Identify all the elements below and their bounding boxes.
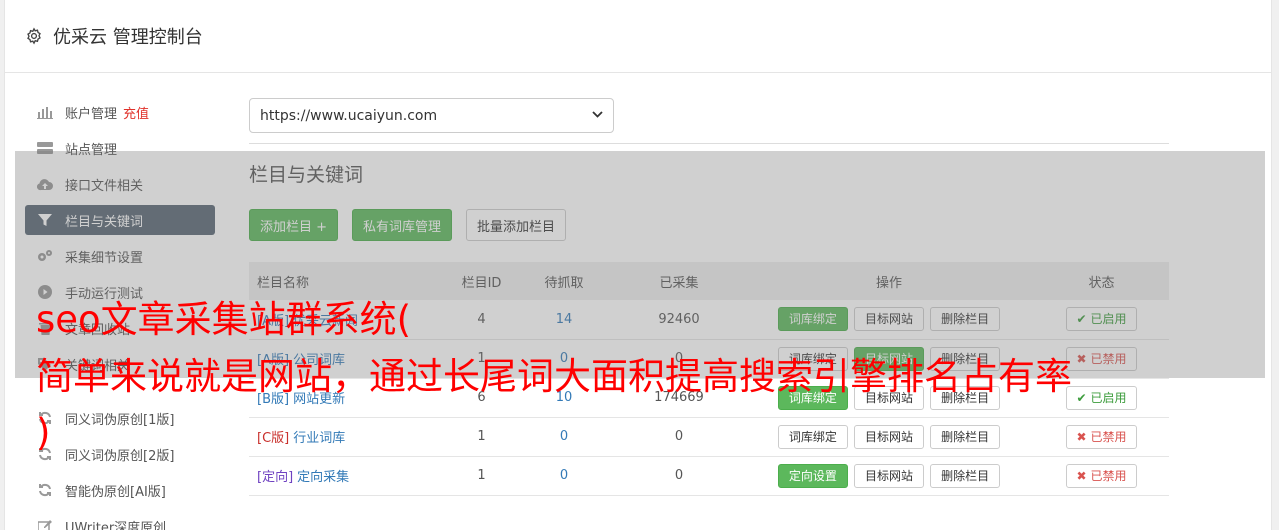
status-label: 已启用 — [1090, 312, 1127, 327]
recharge-link[interactable]: 充值 — [123, 103, 149, 122]
delete-column-button[interactable]: 删除栏目 — [930, 463, 1001, 488]
action-buttons: 添加栏目 + 私有词库管理 批量添加栏目 — [249, 209, 1169, 241]
status-toggle[interactable]: ✖ 已禁用 — [1065, 346, 1138, 371]
main-content: https://www.ucaiyun.com 栏目与关键词 添加栏目 + 私有… — [249, 98, 1169, 496]
x-icon: ✖ — [1076, 468, 1087, 483]
sidebar-item-label: 站点管理 — [65, 142, 118, 158]
status-label: 已禁用 — [1090, 351, 1127, 366]
target-site-button[interactable]: 目标网站 — [853, 307, 924, 332]
sidebar-item-label: 同义词伪原创[1版] — [65, 412, 175, 428]
col-header-collected: 已采集 — [659, 275, 699, 291]
private-library-button[interactable]: 私有词库管理 — [352, 209, 453, 241]
app-header: 优采云 管理控制台 — [5, 0, 1271, 73]
sidebar-item-label: 栏目与关键词 — [65, 214, 144, 230]
col-header-name: 栏目名称 — [257, 275, 310, 291]
x-icon: ✖ — [1076, 429, 1087, 444]
collected-count: 0 — [674, 468, 684, 483]
table-row: [C版] 行业词库 1 0 0 词库绑定 目标网站 删除栏目 ✖ 已禁用 — [249, 417, 1169, 456]
pending-count[interactable]: 14 — [514, 300, 614, 339]
sidebar-item-account[interactable]: 账户管理 充值 — [25, 94, 215, 130]
status-toggle[interactable]: ✖ 已禁用 — [1065, 424, 1138, 449]
page-title: 优采云 管理控制台 — [53, 27, 203, 48]
column-name-link[interactable]: 行业词库 — [293, 431, 345, 446]
sidebar-item-interface[interactable]: 接口文件相关 — [25, 166, 215, 202]
sidebar-item-ai-rewrite[interactable]: 智能伪原创[AI版] — [25, 472, 215, 508]
pending-count[interactable]: 0 — [514, 417, 614, 456]
chevron-down-icon — [592, 110, 603, 121]
site-select-value: https://www.ucaiyun.com — [260, 107, 438, 124]
col-header-actions: 操作 — [875, 275, 902, 291]
sidebar-item-sites[interactable]: 站点管理 — [25, 130, 215, 166]
sidebar-item-label: 账户管理 — [65, 106, 118, 122]
col-header-status: 状态 — [1088, 275, 1115, 291]
x-icon: ✖ — [1076, 351, 1087, 366]
sidebar-item-uwriter[interactable]: UWriter深度原创 — [25, 508, 215, 530]
check-icon: ✔ — [1076, 390, 1087, 405]
sidebar-item-synonym-v2[interactable]: 同义词伪原创[2版] — [25, 436, 215, 472]
col-header-id: 栏目ID — [461, 275, 502, 291]
version-tag: [C版] — [257, 431, 290, 446]
col-header-pending: 待抓取 — [544, 275, 584, 291]
sidebar-item-label: 采集细节设置 — [65, 250, 144, 266]
column-id: 1 — [477, 468, 486, 483]
divider — [249, 143, 1169, 144]
add-column-button[interactable]: 添加栏目 + — [249, 209, 339, 241]
bind-library-button[interactable]: 词库绑定 — [777, 307, 848, 332]
server-icon — [37, 140, 53, 156]
column-id: 4 — [477, 311, 486, 327]
table-header-row: 栏目名称 栏目ID 待抓取 已采集 操作 状态 — [249, 262, 1169, 300]
bind-library-button[interactable]: 词库绑定 — [777, 424, 848, 449]
pending-count[interactable]: 0 — [514, 456, 614, 495]
sidebar-item-label: 智能伪原创[AI版] — [65, 484, 166, 500]
collected-count: 0 — [674, 429, 684, 444]
status-toggle[interactable]: ✖ 已禁用 — [1065, 463, 1138, 488]
status-label: 已禁用 — [1090, 468, 1127, 483]
bar-chart-icon — [37, 104, 53, 120]
batch-add-button[interactable]: 批量添加栏目 — [466, 209, 567, 241]
target-site-button[interactable]: 目标网站 — [853, 424, 924, 449]
site-select[interactable]: https://www.ucaiyun.com — [249, 98, 614, 133]
sidebar-item-label: 同义词伪原创[2版] — [65, 448, 175, 464]
filter-icon — [37, 212, 53, 228]
overlay-text-line3: ) — [36, 411, 51, 454]
overlay-text-line1: seo文章采集站群系统( — [36, 298, 412, 341]
sidebar-item-synonym-v1[interactable]: 同义词伪原创[1版] — [25, 400, 215, 436]
cogs-icon — [37, 248, 53, 264]
edit-icon — [37, 518, 53, 530]
cloud-upload-icon — [37, 176, 53, 192]
gear-icon — [27, 27, 41, 45]
refresh-icon — [37, 482, 53, 498]
app-window: 优采云 管理控制台 账户管理 充值 站点管理 接口文件相关 栏目与关键词 采集细… — [4, 0, 1272, 530]
version-tag: [定向] — [257, 470, 294, 485]
status-label: 已启用 — [1090, 390, 1127, 405]
collected-count: 92460 — [658, 311, 700, 327]
directed-settings-button[interactable]: 定向设置 — [777, 463, 848, 488]
status-toggle[interactable]: ✔ 已启用 — [1065, 385, 1138, 410]
delete-column-button[interactable]: 删除栏目 — [930, 307, 1001, 332]
target-site-button[interactable]: 目标网站 — [853, 463, 924, 488]
overlay-text-line2: 简单来说就是网站，通过长尾词大面积提高搜索引擎排名占有率 — [36, 355, 1072, 398]
column-id: 1 — [477, 429, 486, 444]
status-toggle[interactable]: ✔ 已启用 — [1065, 307, 1138, 332]
column-name-link[interactable]: 定向采集 — [297, 470, 349, 485]
sidebar-item-label: 接口文件相关 — [65, 178, 144, 194]
sidebar-item-label: UWriter深度原创 — [65, 520, 167, 530]
table-row: [定向] 定向采集 1 0 0 定向设置 目标网站 删除栏目 ✖ 已禁用 — [249, 456, 1169, 495]
check-icon: ✔ — [1076, 312, 1087, 327]
section-title: 栏目与关键词 — [249, 164, 364, 186]
delete-column-button[interactable]: 删除栏目 — [930, 424, 1001, 449]
status-label: 已禁用 — [1090, 429, 1127, 444]
sidebar-item-collect-settings[interactable]: 采集细节设置 — [25, 238, 215, 274]
sidebar-item-columns[interactable]: 栏目与关键词 — [25, 205, 215, 235]
